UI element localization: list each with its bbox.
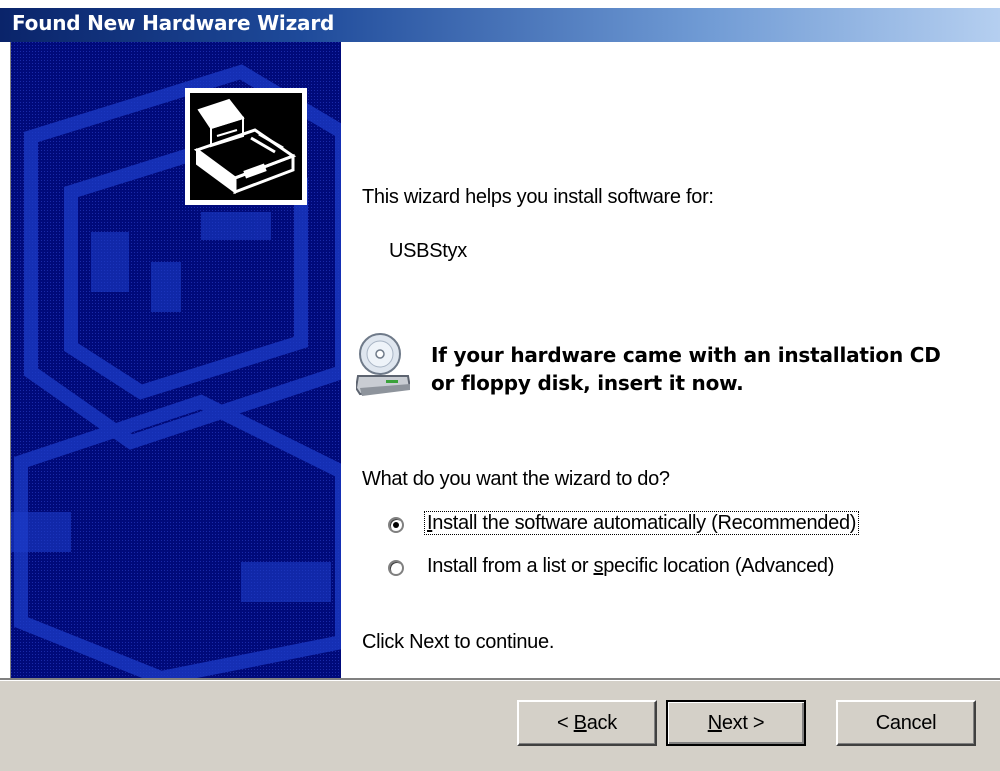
auto-install-radio[interactable] <box>388 517 404 533</box>
next-button[interactable]: Next > <box>666 700 806 746</box>
back-button[interactable]: < Back <box>517 700 657 746</box>
intro-text: This wizard helps you install software f… <box>362 186 714 208</box>
auto-install-option[interactable]: Install the software automatically (Reco… <box>424 511 860 535</box>
cancel-button[interactable]: Cancel <box>836 700 976 746</box>
cd-notice-line1: If your hardware came with an installati… <box>431 343 941 367</box>
question-text: What do you want the wizard to do? <box>362 468 670 490</box>
title-bar[interactable]: Found New Hardware Wizard <box>0 0 1000 42</box>
advanced-install-label: Install from a list or specific location… <box>427 555 835 577</box>
hardware-card-icon <box>185 88 307 205</box>
wizard-button-bar: < Back Next > Cancel <box>0 678 1000 771</box>
radio-selected-dot <box>393 522 399 528</box>
cd-notice-line2: or floppy disk, insert it now. <box>431 371 744 395</box>
cd-drive-icon <box>356 333 410 396</box>
device-name: USBStyx <box>389 240 467 262</box>
found-new-hardware-wizard-window: Found New Hardware Wizard This wizard he… <box>0 0 1000 771</box>
window-title: Found New Hardware Wizard <box>12 11 335 35</box>
advanced-install-option[interactable]: Install from a list or specific location… <box>427 555 834 578</box>
continue-hint: Click Next to continue. <box>362 631 555 653</box>
advanced-install-radio[interactable] <box>388 560 404 576</box>
auto-install-label: Install the software automatically (Reco… <box>424 511 860 535</box>
